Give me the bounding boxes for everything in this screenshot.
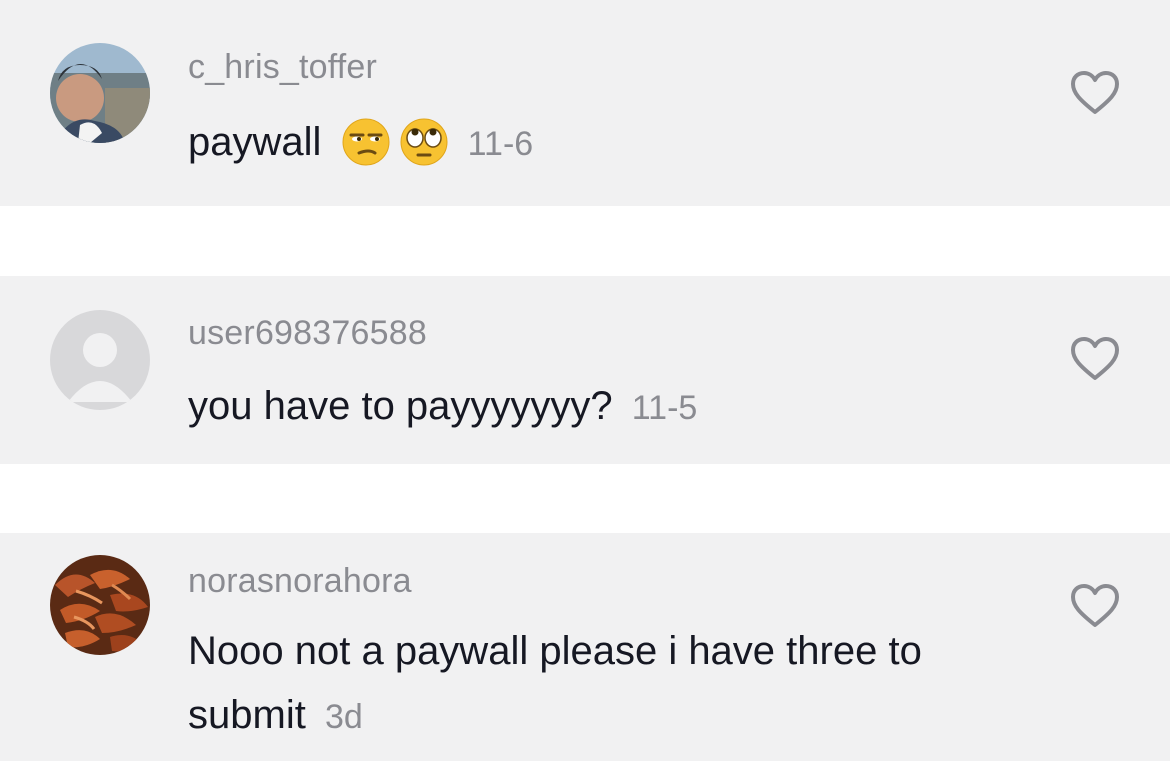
- comment-username[interactable]: norasnorahora: [188, 562, 412, 601]
- default-user-icon: [50, 310, 150, 410]
- comment-username[interactable]: c_hris_toffer: [188, 48, 377, 87]
- heart-outline-icon[interactable]: [1070, 70, 1120, 116]
- comment-item[interactable]: user698376588 you have to payyyyyyy? 11-…: [0, 276, 1170, 464]
- comment-body: Nooo not a paywall please i have three t…: [188, 629, 922, 737]
- avatar[interactable]: [50, 555, 150, 655]
- avatar[interactable]: [50, 43, 150, 143]
- unamused-face-icon: [342, 118, 390, 166]
- comment-date: 3d: [324, 698, 363, 736]
- comment-text: you have to payyyyyyy? 11-5: [188, 374, 1048, 440]
- user-photo-icon: [50, 43, 150, 143]
- comment-body: you have to payyyyyyy?: [188, 384, 613, 428]
- face-with-rolling-eyes-icon: [400, 118, 448, 166]
- comment-body: paywall: [188, 120, 322, 164]
- comment-item[interactable]: c_hris_toffer paywall 11-6: [0, 0, 1170, 206]
- heart-outline-icon[interactable]: [1070, 336, 1120, 382]
- avatar[interactable]: [50, 310, 150, 410]
- heart-outline-icon[interactable]: [1070, 583, 1120, 629]
- comment-item[interactable]: norasnorahora Nooo not a paywall please …: [0, 533, 1170, 761]
- comment-date: 11-6: [467, 125, 534, 163]
- food-photo-icon: [50, 555, 150, 655]
- comment-text: paywall 11-6: [188, 110, 1048, 176]
- comment-username[interactable]: user698376588: [188, 314, 427, 353]
- comment-date: 11-5: [631, 389, 698, 427]
- comment-text: Nooo not a paywall please i have three t…: [188, 619, 1048, 749]
